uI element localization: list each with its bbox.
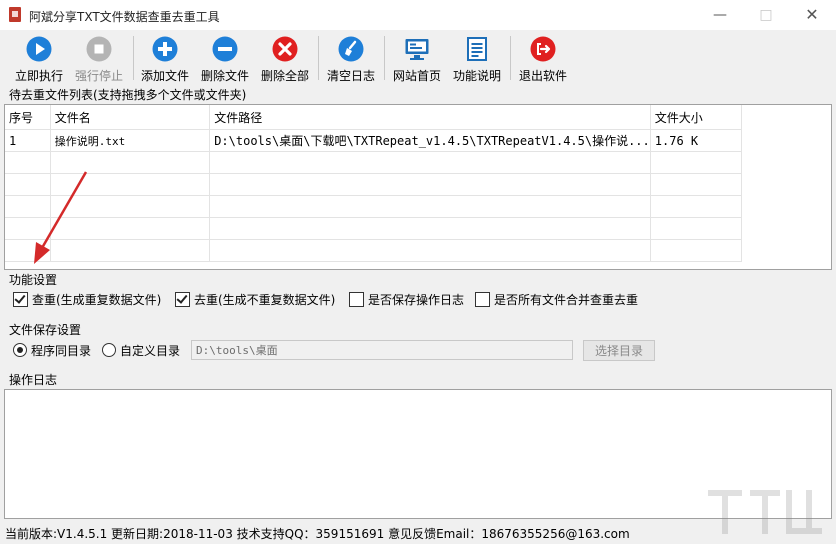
- toolbar-label: 功能说明: [452, 69, 501, 83]
- checkbox-label: 查重(生成重复数据文件): [32, 293, 162, 307]
- function-help-button[interactable]: 功能说明: [448, 34, 506, 84]
- minus-icon: [212, 36, 238, 62]
- operation-log-label: 操作日志: [9, 373, 58, 387]
- toolbar: 立即执行 强行停止 添加文件 删除文件 删除全部 清空日志 网站首页 功能说明 …: [0, 30, 836, 84]
- broom-icon: [338, 36, 364, 62]
- table-row: [5, 151, 743, 174]
- column-header-filepath[interactable]: 文件路径: [209, 105, 651, 130]
- add-file-button[interactable]: 添加文件: [136, 34, 194, 84]
- table-row: [5, 217, 743, 240]
- delete-file-button[interactable]: 删除文件: [196, 34, 254, 84]
- cell-filename-text: 操作说明.txt: [54, 134, 126, 148]
- checkbox-label: 是否保存操作日志: [368, 293, 465, 307]
- x-icon: [272, 36, 298, 62]
- column-header-index[interactable]: 序号: [5, 105, 51, 130]
- toolbar-label: 删除文件: [200, 69, 249, 83]
- table-header-row: 序号 文件名 文件路径 文件大小: [5, 105, 743, 130]
- stop-icon: [86, 36, 112, 62]
- status-text: 当前版本:V1.4.5.1 更新日期:2018-11-03 技术支持QQ：359…: [5, 527, 630, 541]
- document-icon: [467, 37, 487, 61]
- toolbar-label: 清空日志: [326, 69, 375, 83]
- file-list-table[interactable]: 序号 文件名 文件路径 文件大小 1 操作说明.txt D:\tools\桌面\…: [4, 104, 832, 270]
- radio-label: 自定义目录: [120, 344, 181, 358]
- choose-directory-button[interactable]: 选择目录: [583, 340, 655, 361]
- play-icon: [26, 36, 52, 62]
- table-row: [5, 195, 743, 218]
- plus-icon: [152, 36, 178, 62]
- checkbox-save-log-box[interactable]: [349, 292, 364, 307]
- cell-filesize: 1.76 K: [650, 129, 743, 152]
- toolbar-label: 立即执行: [14, 69, 63, 83]
- window-title: 阿斌分享TXT文件数据查重去重工具: [29, 10, 220, 24]
- checkbox-label: 是否所有文件合并查重去重: [494, 293, 639, 307]
- checkbox-remove-duplicates-box[interactable]: [175, 292, 190, 307]
- minimize-icon[interactable]: —: [697, 0, 743, 30]
- toolbar-label: 添加文件: [140, 69, 189, 83]
- exit-button[interactable]: 退出软件: [514, 34, 572, 84]
- monitor-icon: [405, 39, 429, 60]
- table-row[interactable]: 1 操作说明.txt D:\tools\桌面\下载吧\TXTRepeat_v1.…: [5, 129, 743, 152]
- force-stop-button[interactable]: 强行停止: [70, 34, 128, 84]
- checkbox-find-duplicates-box[interactable]: [13, 292, 28, 307]
- run-now-button[interactable]: 立即执行: [10, 34, 68, 84]
- column-header-filesize[interactable]: 文件大小: [650, 105, 743, 130]
- radio-program-dir-dot[interactable]: [13, 343, 27, 357]
- close-icon[interactable]: ✕: [789, 0, 835, 30]
- clear-log-button[interactable]: 清空日志: [322, 34, 380, 84]
- exit-icon: [530, 36, 556, 62]
- toolbar-label: 删除全部: [260, 69, 309, 83]
- column-header-filename[interactable]: 文件名: [50, 105, 211, 130]
- watermark-logo: [708, 490, 822, 534]
- radio-custom-dir-dot[interactable]: [102, 343, 116, 357]
- title-bar: 阿斌分享TXT文件数据查重去重工具 — □ ✕: [0, 0, 836, 30]
- app-icon: [9, 7, 21, 22]
- delete-all-button[interactable]: 删除全部: [256, 34, 314, 84]
- save-settings-label: 文件保存设置: [9, 323, 82, 337]
- table-row: [5, 173, 743, 196]
- toolbar-separator: [510, 36, 511, 80]
- file-list-label: 待去重文件列表(支持拖拽多个文件或文件夹): [9, 88, 247, 102]
- checkbox-merge-all-box[interactable]: [475, 292, 490, 307]
- cell-index: 1: [5, 129, 51, 152]
- toolbar-separator: [318, 36, 319, 80]
- checkbox-label: 去重(生成不重复数据文件): [194, 293, 336, 307]
- toolbar-label: 网站首页: [392, 69, 441, 83]
- toolbar-separator: [133, 36, 134, 80]
- feature-settings-label: 功能设置: [9, 273, 58, 287]
- save-path-input[interactable]: D:\tools\桌面: [191, 340, 573, 360]
- toolbar-label: 强行停止: [74, 69, 123, 83]
- radio-label: 程序同目录: [31, 344, 92, 358]
- maximize-icon[interactable]: □: [743, 0, 789, 30]
- website-home-button[interactable]: 网站首页: [388, 34, 446, 84]
- file-grid: 序号 文件名 文件路径 文件大小 1 操作说明.txt D:\tools\桌面\…: [5, 105, 743, 262]
- toolbar-separator: [384, 36, 385, 80]
- toolbar-label: 退出软件: [518, 69, 567, 83]
- cell-filepath: D:\tools\桌面\下载吧\TXTRepeat_v1.4.5\TXTRepe…: [209, 129, 651, 152]
- table-row: [5, 239, 743, 262]
- cell-filename: 操作说明.txt: [50, 129, 211, 152]
